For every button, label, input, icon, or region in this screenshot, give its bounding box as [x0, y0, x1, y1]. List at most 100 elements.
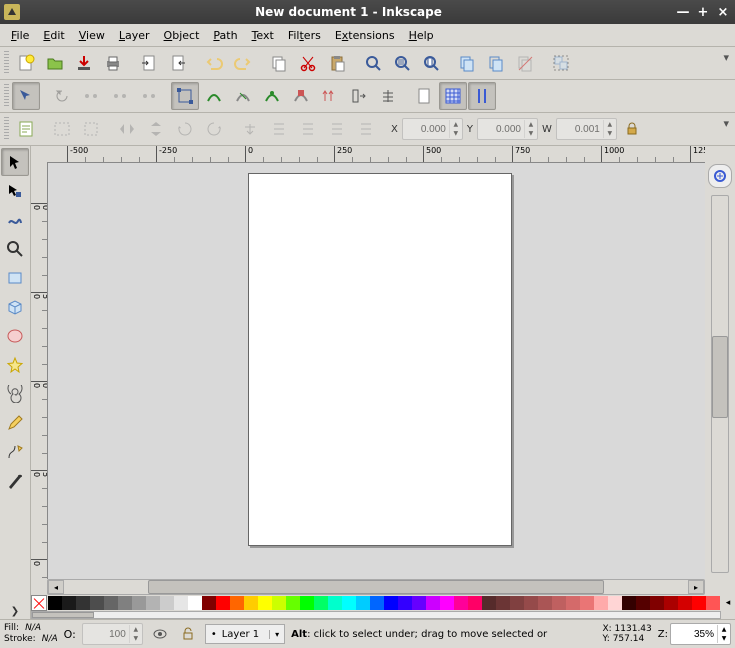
flip-v-button[interactable]	[142, 115, 170, 143]
toolbar-grip[interactable]	[4, 117, 9, 141]
zoom-drawing-button[interactable]	[388, 49, 416, 77]
clone-button[interactable]	[482, 49, 510, 77]
color-swatch[interactable]	[286, 596, 300, 610]
raise-top-button[interactable]	[236, 115, 264, 143]
zoom-selection-button[interactable]	[359, 49, 387, 77]
lock-aspect-button[interactable]	[618, 115, 646, 143]
rotate-ccw-button[interactable]	[200, 115, 228, 143]
rotate-90-ccw-button[interactable]	[48, 82, 76, 110]
copy-button[interactable]	[265, 49, 293, 77]
palette-scrollbar[interactable]	[31, 611, 721, 619]
select-all-layers-button[interactable]	[12, 82, 40, 110]
lower-button[interactable]	[294, 115, 322, 143]
color-swatch[interactable]	[244, 596, 258, 610]
bezier-tool[interactable]	[1, 438, 29, 466]
color-swatch[interactable]	[384, 596, 398, 610]
print-button[interactable]	[99, 49, 127, 77]
palette-menu-icon[interactable]: ◂	[721, 596, 735, 610]
xml-editor-button[interactable]	[12, 115, 40, 143]
undo-button[interactable]	[200, 49, 228, 77]
import-button[interactable]	[135, 49, 163, 77]
color-swatch[interactable]	[524, 596, 538, 610]
node-tool[interactable]	[1, 177, 29, 205]
color-swatch[interactable]	[412, 596, 426, 610]
color-swatch[interactable]	[62, 596, 76, 610]
zoom-tool[interactable]	[1, 235, 29, 263]
color-swatch[interactable]	[300, 596, 314, 610]
calligraphy-tool[interactable]	[1, 467, 29, 495]
color-swatch[interactable]	[272, 596, 286, 610]
color-swatch[interactable]	[370, 596, 384, 610]
color-swatch[interactable]	[258, 596, 272, 610]
ellipse-tool[interactable]	[1, 322, 29, 350]
paste-button[interactable]	[323, 49, 351, 77]
rotate-cw-button[interactable]	[171, 115, 199, 143]
star-tool[interactable]	[1, 351, 29, 379]
w-input[interactable]: ▲▼	[556, 118, 617, 140]
tweak-tool[interactable]	[1, 206, 29, 234]
scale-corners-button[interactable]	[229, 82, 257, 110]
spiral-tool[interactable]	[1, 380, 29, 408]
menu-text[interactable]: Text	[245, 27, 281, 44]
color-swatch[interactable]	[692, 596, 706, 610]
menu-edit[interactable]: Edit	[36, 27, 71, 44]
export-button[interactable]	[164, 49, 192, 77]
color-swatch[interactable]	[314, 596, 328, 610]
color-swatch[interactable]	[230, 596, 244, 610]
color-swatch[interactable]	[706, 596, 720, 610]
cut-button[interactable]	[294, 49, 322, 77]
move-gradients-button[interactable]	[258, 82, 286, 110]
color-swatch[interactable]	[104, 596, 118, 610]
open-button[interactable]	[41, 49, 69, 77]
close-button[interactable]: ×	[715, 4, 731, 20]
unlink-clone-button[interactable]	[511, 49, 539, 77]
color-swatch[interactable]	[454, 596, 468, 610]
canvas[interactable]	[48, 163, 705, 579]
zoom-page-button[interactable]	[417, 49, 445, 77]
color-swatch[interactable]	[160, 596, 174, 610]
color-swatch[interactable]	[146, 596, 160, 610]
stroke-value[interactable]: N/A	[42, 634, 58, 645]
color-swatch[interactable]	[468, 596, 482, 610]
color-swatch[interactable]	[482, 596, 496, 610]
color-swatch[interactable]	[328, 596, 342, 610]
vertical-ruler[interactable]: 10007505002500	[31, 163, 48, 579]
color-swatch[interactable]	[664, 596, 678, 610]
menu-view[interactable]: View	[72, 27, 112, 44]
color-swatch[interactable]	[118, 596, 132, 610]
color-swatch[interactable]	[580, 596, 594, 610]
no-color-swatch[interactable]	[31, 595, 47, 611]
fill-value[interactable]: N/A	[25, 623, 41, 634]
save-button[interactable]	[70, 49, 98, 77]
pencil-tool[interactable]	[1, 409, 29, 437]
3dbox-tool[interactable]	[1, 293, 29, 321]
color-swatch[interactable]	[216, 596, 230, 610]
offset-button[interactable]	[374, 82, 402, 110]
align-button[interactable]	[48, 115, 76, 143]
rectangle-tool[interactable]	[1, 264, 29, 292]
color-swatch[interactable]	[678, 596, 692, 610]
guides-button[interactable]	[468, 82, 496, 110]
convert-button[interactable]	[345, 82, 373, 110]
color-swatch[interactable]	[594, 596, 608, 610]
menu-help[interactable]: Help	[402, 27, 441, 44]
transform-pattern-button[interactable]	[316, 82, 344, 110]
color-swatch[interactable]	[608, 596, 622, 610]
toolbar-overflow-icon[interactable]: ▾	[723, 51, 729, 64]
align-edges-button[interactable]	[352, 115, 380, 143]
toolbox-expand-icon[interactable]: ❯	[9, 604, 21, 619]
color-swatch[interactable]	[174, 596, 188, 610]
color-swatch[interactable]	[622, 596, 636, 610]
move-patterns-button[interactable]	[287, 82, 315, 110]
menu-extensions[interactable]: Extensions	[328, 27, 402, 44]
layer-visibility-button[interactable]	[149, 623, 171, 645]
color-swatch[interactable]	[202, 596, 216, 610]
x-input[interactable]: ▲▼	[402, 118, 463, 140]
transform-mode-button[interactable]	[171, 82, 199, 110]
horizontal-ruler[interactable]: -500-25002505007501000125	[47, 146, 705, 163]
zoom-input[interactable]: ▲▼	[670, 623, 731, 645]
duplicate-button[interactable]	[453, 49, 481, 77]
scale-stroke-button[interactable]	[200, 82, 228, 110]
toolbar-overflow-icon[interactable]: ▾	[723, 117, 729, 130]
color-swatch[interactable]	[650, 596, 664, 610]
